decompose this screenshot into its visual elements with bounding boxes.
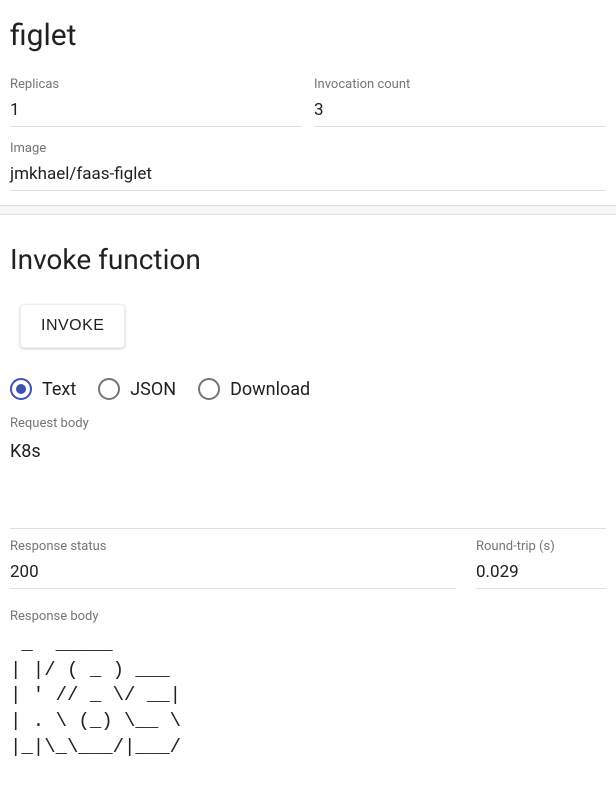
radio-icon bbox=[10, 378, 32, 400]
radio-icon bbox=[98, 378, 120, 400]
image-field: Image jmkhael/faas-figlet bbox=[10, 141, 606, 191]
round-trip-label: Round-trip (s) bbox=[476, 539, 606, 554]
replicas-field: Replicas 1 bbox=[10, 77, 302, 127]
image-value: jmkhael/faas-figlet bbox=[10, 160, 606, 191]
request-body-field[interactable]: Request body K8s bbox=[10, 416, 606, 468]
response-body-label: Response body bbox=[10, 609, 606, 624]
image-label: Image bbox=[10, 141, 606, 156]
invocation-value: 3 bbox=[314, 96, 606, 127]
radio-icon bbox=[198, 378, 220, 400]
request-body-label: Request body bbox=[10, 416, 606, 431]
mode-radio-text-label: Text bbox=[42, 379, 76, 400]
function-name: figlet bbox=[10, 18, 606, 53]
round-trip-value: 0.029 bbox=[476, 558, 606, 589]
invoke-button[interactable]: INVOKE bbox=[20, 304, 125, 348]
response-body-value: _ _____ | |/ ( _ ) ___ | ' // _ \/ __| |… bbox=[10, 632, 606, 760]
section-divider bbox=[0, 205, 616, 215]
response-body-field: Response body _ _____ | |/ ( _ ) ___ | '… bbox=[10, 609, 606, 760]
invocation-label: Invocation count bbox=[314, 77, 606, 92]
mode-radio-download-label: Download bbox=[230, 379, 310, 400]
round-trip-field: Round-trip (s) 0.029 bbox=[476, 539, 606, 589]
invocation-field: Invocation count 3 bbox=[314, 77, 606, 127]
mode-radio-json-label: JSON bbox=[130, 379, 176, 400]
replicas-value: 1 bbox=[10, 96, 302, 127]
replicas-label: Replicas bbox=[10, 77, 302, 92]
response-status-label: Response status bbox=[10, 539, 456, 554]
invoke-heading: Invoke function bbox=[10, 243, 606, 276]
mode-radio-text[interactable]: Text bbox=[10, 378, 76, 400]
response-status-value: 200 bbox=[10, 558, 456, 589]
request-body-value[interactable]: K8s bbox=[10, 435, 606, 468]
mode-radio-download[interactable]: Download bbox=[198, 378, 310, 400]
mode-radio-json[interactable]: JSON bbox=[98, 378, 176, 400]
response-status-field: Response status 200 bbox=[10, 539, 456, 589]
mode-radio-group: Text JSON Download bbox=[10, 378, 606, 400]
